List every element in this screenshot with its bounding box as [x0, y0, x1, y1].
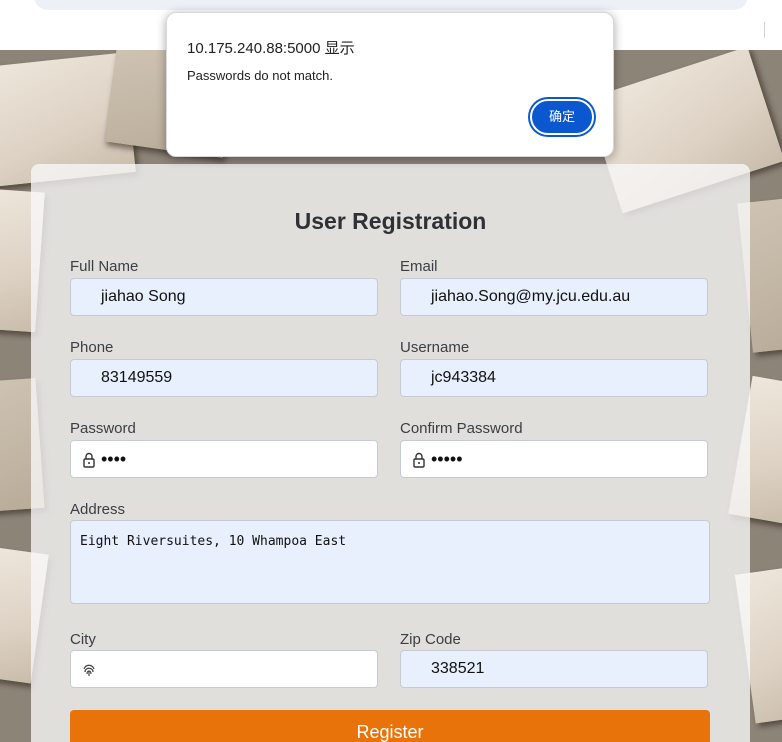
email-field[interactable]: jiahao.Song@my.jcu.edu.au: [400, 278, 708, 316]
phone-field[interactable]: 83149559: [70, 359, 378, 397]
alert-dialog: 10.175.240.88:5000 显示 Passwords do not m…: [166, 12, 614, 157]
dialog-ok-button[interactable]: 确定: [530, 99, 594, 135]
password-value: ••••: [101, 449, 127, 469]
full-name-field[interactable]: jiahao Song: [70, 278, 378, 316]
password-label: Password: [70, 420, 136, 437]
page: ⋮ User Registration Full Name jiahao Son…: [0, 0, 782, 742]
lock-icon: [413, 452, 425, 468]
address-label: Address: [70, 501, 126, 518]
confirm-password-value: •••••: [431, 449, 463, 469]
confirm-password-label: Confirm Password: [400, 420, 523, 437]
full-name-label: Full Name: [70, 258, 139, 275]
fingerprint-icon: [83, 664, 95, 676]
zip-code-label: Zip Code: [400, 631, 461, 648]
city-label: City: [70, 631, 96, 648]
dialog-message: Passwords do not match.: [187, 68, 333, 83]
phone-value: 83149559: [101, 369, 173, 386]
register-button[interactable]: Register: [70, 710, 710, 742]
confirm-password-field[interactable]: •••••: [400, 440, 708, 478]
username-label: Username: [400, 339, 470, 356]
username-value: jc943384: [431, 369, 496, 386]
address-bar[interactable]: ⋮: [34, 0, 748, 10]
zip-code-field[interactable]: 338521: [400, 650, 708, 688]
lock-icon: [83, 452, 95, 468]
zip-code-value: 338521: [431, 660, 485, 677]
email-label: Email: [400, 258, 438, 275]
registration-card: User Registration Full Name jiahao Song …: [31, 164, 750, 742]
address-value: Eight Riversuites, 10 Whampoa East: [80, 534, 347, 549]
city-field[interactable]: [70, 650, 378, 688]
password-field[interactable]: ••••: [70, 440, 378, 478]
username-field[interactable]: jc943384: [400, 359, 708, 397]
phone-label: Phone: [70, 339, 114, 356]
email-value: jiahao.Song@my.jcu.edu.au: [431, 288, 631, 305]
dialog-title: 10.175.240.88:5000 显示: [187, 40, 355, 57]
full-name-value: jiahao Song: [101, 288, 186, 305]
page-title: User Registration: [294, 208, 487, 234]
address-textarea[interactable]: Eight Riversuites, 10 Whampoa East: [70, 520, 710, 604]
toolbar-divider: [764, 22, 765, 38]
